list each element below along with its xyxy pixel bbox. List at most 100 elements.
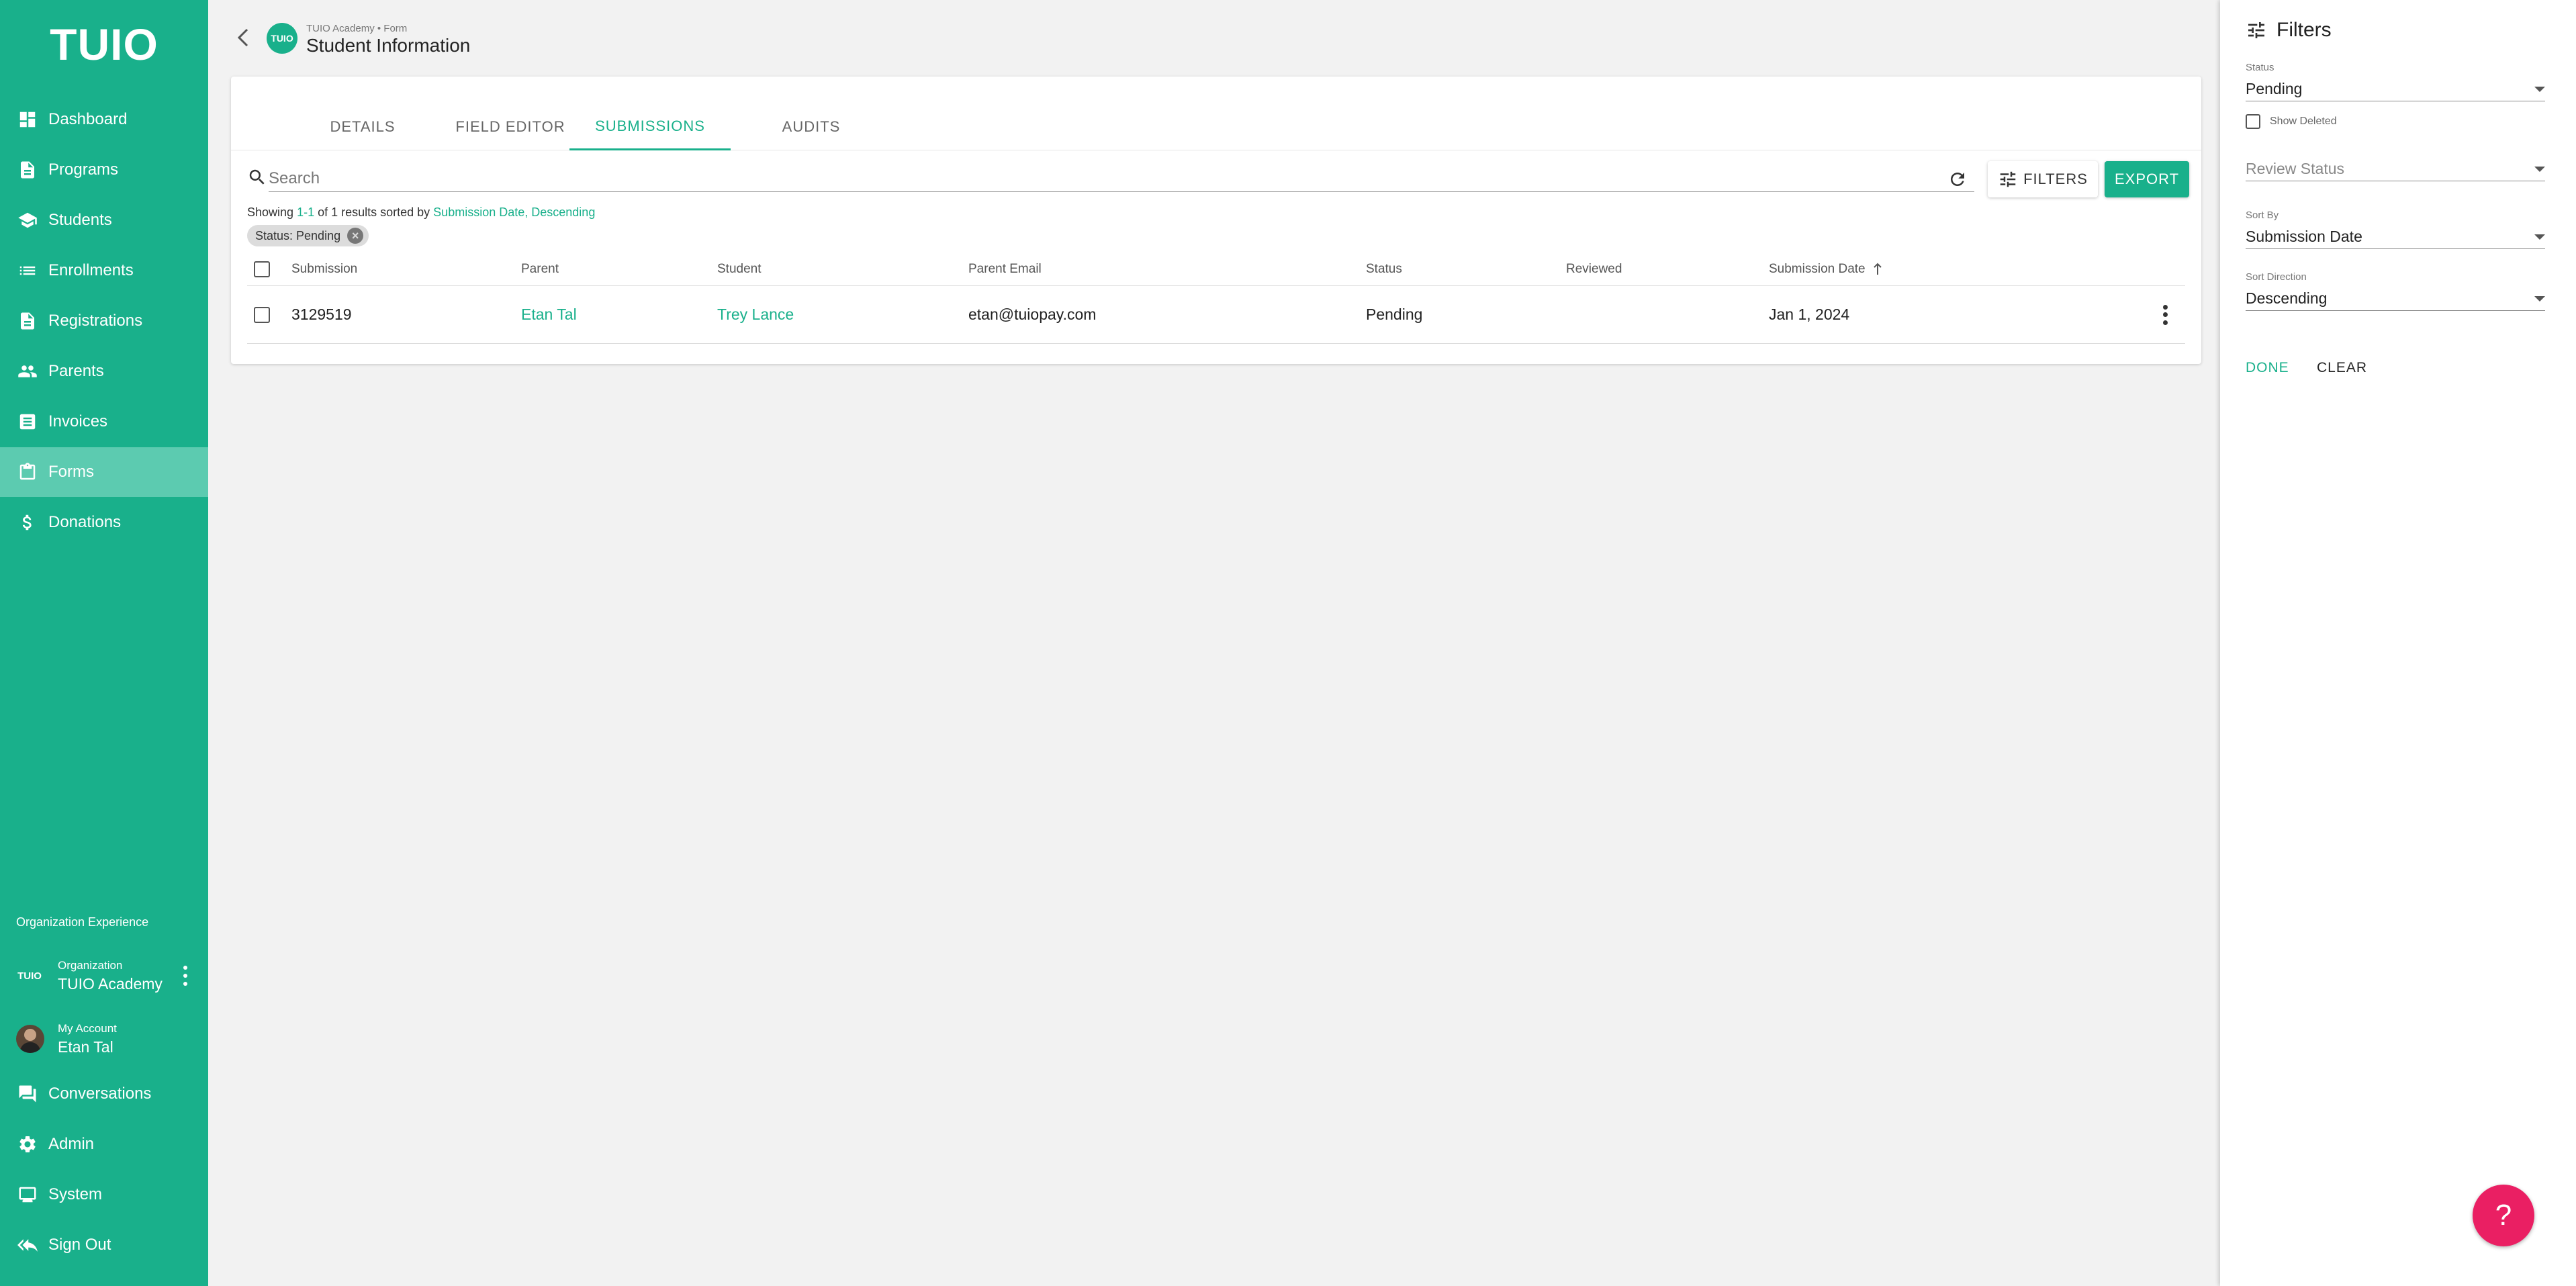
status-select-value[interactable]: Pending (2246, 77, 2545, 101)
done-button[interactable]: DONE (2246, 360, 2289, 376)
review-status-placeholder: Review Status (2246, 160, 2345, 177)
results-prefix: Showing (247, 205, 297, 219)
sidebar-item-label: Programs (48, 160, 119, 179)
status-value: Pending (2246, 80, 2303, 97)
sort-by-value: Submission Date (2246, 228, 2362, 245)
column-parent[interactable]: Parent (521, 252, 559, 285)
form-badge: TUIO (267, 23, 297, 54)
sidebar-item-admin[interactable]: Admin (0, 1119, 208, 1169)
tab-submissions[interactable]: SUBMISSIONS (569, 103, 731, 150)
sidebar-item-label: Enrollments (48, 261, 134, 279)
search-input[interactable] (269, 165, 1974, 192)
sidebar-item-conversations[interactable]: Conversations (0, 1069, 208, 1119)
sidebar-item-enrollments[interactable]: Enrollments (0, 246, 208, 295)
cell-submission: 3129519 (291, 306, 352, 323)
filters-panel-title: Filters (2276, 19, 2332, 41)
submissions-table: Submission Parent Student Parent Email S… (247, 252, 2185, 344)
column-submission-date-label: Submission Date (1769, 261, 1866, 276)
filters-button[interactable]: FILTERS (1988, 161, 2098, 197)
row-menu-icon[interactable] (2162, 286, 2168, 343)
column-submission-date[interactable]: Submission Date (1769, 252, 1883, 285)
chip-remove-icon[interactable]: × (347, 228, 364, 244)
tab-bar: DETAILS FIELD EDITOR SUBMISSIONS AUDITS (231, 103, 2201, 150)
filters-panel-header: Filters (2246, 19, 2332, 42)
sidebar-item-label: Donations (48, 513, 122, 531)
status-select[interactable]: Status Pending (2246, 62, 2545, 101)
my-account[interactable]: My Account Etan Tal (0, 1013, 208, 1065)
sidebar-item-donations[interactable]: Donations (0, 498, 208, 547)
account-caption: My Account (58, 1021, 117, 1035)
status-filter-chip: Status: Pending × (247, 225, 369, 246)
tab-field-editor[interactable]: FIELD EDITOR (430, 103, 591, 150)
results-sort-direction[interactable]: Descending (531, 205, 595, 219)
sidebar: TUIO Dashboard Programs Students Enrollm… (0, 0, 208, 1286)
gear-icon (17, 1134, 38, 1154)
column-reviewed[interactable]: Reviewed (1566, 252, 1622, 285)
show-deleted-label: Show Deleted (2270, 116, 2337, 127)
show-deleted-checkbox[interactable]: Show Deleted (2246, 114, 2337, 129)
sidebar-item-registrations[interactable]: Registrations (0, 296, 208, 346)
tune-icon (2000, 171, 2016, 187)
cell-student-link[interactable]: Trey Lance (717, 286, 794, 343)
caret-down-icon (2534, 295, 2545, 302)
sidebar-item-label: Conversations (48, 1085, 152, 1103)
people-icon (17, 361, 38, 381)
review-status-select[interactable]: Review Status (2246, 153, 2545, 181)
select-all-checkbox[interactable] (254, 252, 270, 285)
sidebar-item-label: Forms (48, 463, 94, 481)
refresh-icon[interactable] (1947, 169, 1968, 189)
sidebar-item-students[interactable]: Students (0, 195, 208, 245)
review-status-select-value[interactable]: Review Status (2246, 157, 2545, 181)
table-row[interactable]: 3129519 Etan Tal Trey Lance etan@tuiopay… (247, 286, 2185, 344)
sort-by-select-value[interactable]: Submission Date (2246, 225, 2545, 249)
help-button[interactable]: ? (2473, 1185, 2534, 1246)
list-icon (17, 261, 38, 281)
chip-label: Status: Pending (255, 228, 341, 242)
search-icon (247, 167, 267, 187)
org-menu-icon[interactable] (183, 966, 188, 986)
column-parent-email[interactable]: Parent Email (968, 252, 1042, 285)
receipt-icon (17, 412, 38, 432)
sidebar-item-label: System (48, 1185, 103, 1203)
tab-details[interactable]: DETAILS (295, 103, 430, 150)
sidebar-item-forms[interactable]: Forms (0, 447, 208, 497)
document-icon (17, 311, 38, 331)
page-title: Student Information (306, 35, 471, 56)
cell-status: Pending (1366, 306, 1423, 323)
sort-direction-select[interactable]: Sort Direction Descending (2246, 271, 2545, 311)
sidebar-item-programs[interactable]: Programs (0, 145, 208, 195)
table-header: Submission Parent Student Parent Email S… (247, 252, 2185, 286)
sort-direction-value: Descending (2246, 289, 2328, 307)
filters-label: FILTERS (2023, 171, 2088, 187)
sidebar-item-label: Students (48, 211, 112, 229)
results-summary: Showing 1-1 of 1 results sorted by Submi… (247, 205, 595, 220)
back-arrow-icon[interactable] (235, 27, 251, 48)
cell-submission-date: Jan 1, 2024 (1769, 306, 1850, 323)
sidebar-item-label: Parents (48, 362, 104, 380)
sidebar-item-parents[interactable]: Parents (0, 347, 208, 396)
sidebar-item-invoices[interactable]: Invoices (0, 397, 208, 447)
show-deleted-box[interactable] (2246, 114, 2260, 129)
column-submission[interactable]: Submission (291, 252, 357, 285)
school-icon (17, 210, 38, 230)
cell-parent-link[interactable]: Etan Tal (521, 286, 577, 343)
sort-arrow-up-icon (1873, 263, 1882, 275)
clear-button[interactable]: CLEAR (2317, 360, 2367, 376)
sort-by-select[interactable]: Sort By Submission Date (2246, 210, 2545, 249)
export-button[interactable]: EXPORT (2105, 161, 2189, 197)
status-label: Status (2246, 62, 2274, 73)
sort-direction-select-value[interactable]: Descending (2246, 287, 2545, 311)
sidebar-item-label: Invoices (48, 412, 108, 430)
results-sort-field[interactable]: Submission Date (433, 205, 524, 219)
tuio-logo[interactable]: TUIO (0, 19, 208, 70)
column-student[interactable]: Student (717, 252, 762, 285)
org-caption: Organization (58, 958, 123, 972)
sidebar-item-sign-out[interactable]: Sign Out (0, 1220, 208, 1270)
column-status[interactable]: Status (1366, 252, 1402, 285)
sidebar-item-label: Admin (48, 1135, 95, 1153)
sidebar-item-system[interactable]: System (0, 1170, 208, 1220)
organization-switcher[interactable]: TUIO Organization TUIO Academy (0, 950, 208, 1002)
tab-audits[interactable]: AUDITS (731, 103, 892, 150)
row-checkbox[interactable] (254, 286, 270, 343)
sidebar-item-dashboard[interactable]: Dashboard (0, 95, 208, 144)
